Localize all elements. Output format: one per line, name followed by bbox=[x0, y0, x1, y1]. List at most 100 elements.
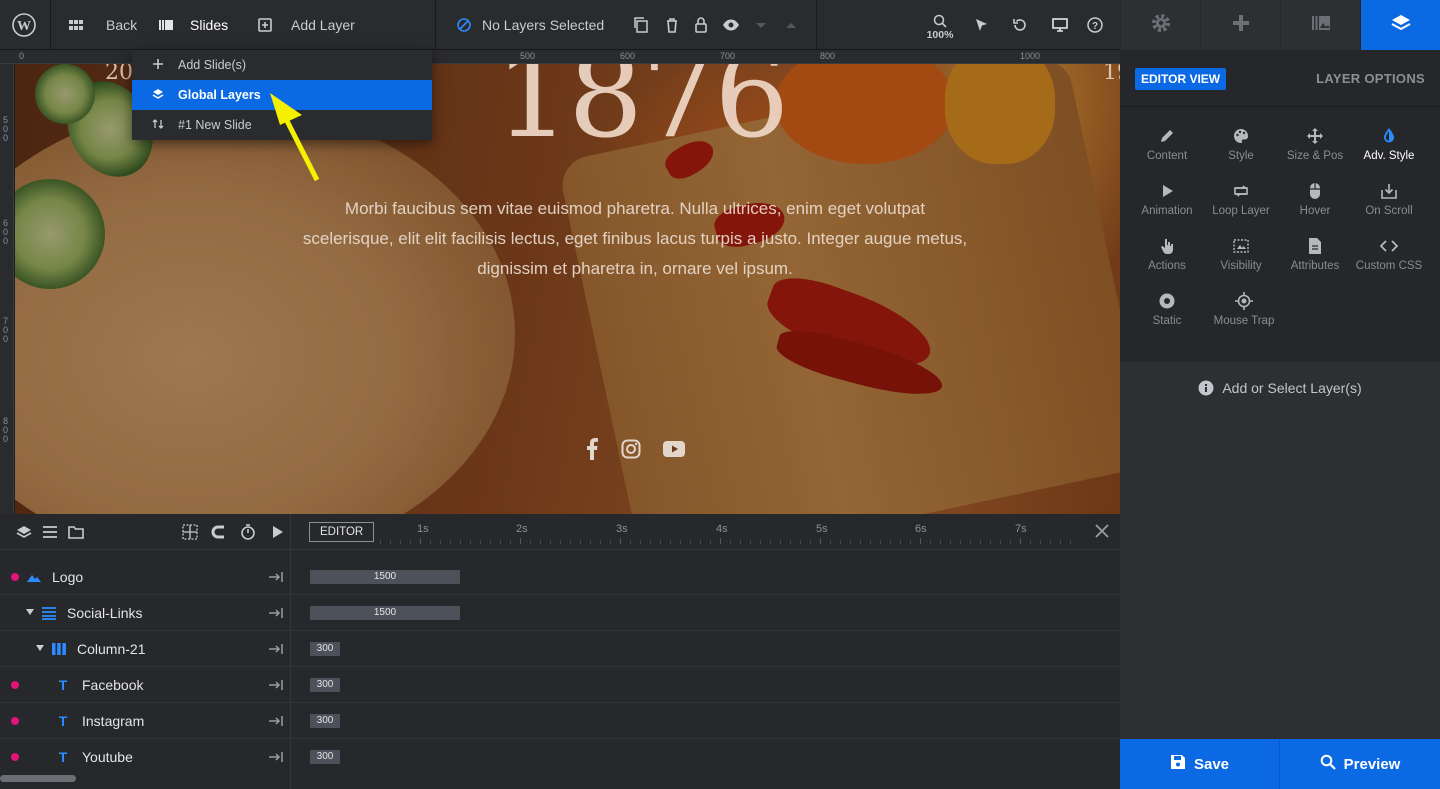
slide-corner-right: 19 bbox=[1103, 64, 1120, 85]
horizontal-scrollbar[interactable] bbox=[0, 775, 76, 782]
layer-duration-bar[interactable]: 300 bbox=[310, 678, 340, 692]
timeline-tick bbox=[770, 540, 771, 544]
timeline-tick bbox=[650, 540, 651, 544]
layer-duration-bar[interactable]: 1500 bbox=[310, 606, 460, 620]
code-icon bbox=[1379, 237, 1399, 255]
option-attributes[interactable]: Attributes bbox=[1278, 237, 1352, 287]
target-icon bbox=[1235, 292, 1253, 310]
add-layer-icon bbox=[257, 17, 273, 33]
jump-to-icon[interactable] bbox=[268, 642, 284, 656]
timeline-panel: EDITOR 1s 2s 3s 4s 5s 6s 7s Logo 1500 So… bbox=[0, 514, 1120, 789]
collapse-caret-icon[interactable] bbox=[36, 645, 44, 651]
tab-layers[interactable] bbox=[1360, 0, 1440, 50]
timeline-tick bbox=[600, 540, 601, 544]
duplicate-icon[interactable] bbox=[632, 16, 650, 34]
zoom-control[interactable]: 100% bbox=[924, 12, 956, 41]
menu-item-add-slides[interactable]: Add Slide(s) bbox=[132, 50, 432, 80]
timeline-tick bbox=[680, 540, 681, 544]
column-icon bbox=[51, 641, 67, 657]
list-icon[interactable] bbox=[42, 524, 58, 540]
grid-snap-icon[interactable] bbox=[182, 524, 198, 540]
jump-to-icon[interactable] bbox=[268, 750, 284, 764]
stopwatch-icon[interactable] bbox=[240, 524, 256, 540]
layer-row-social-links[interactable]: Social-Links 1500 bbox=[0, 595, 1120, 631]
option-hover[interactable]: Hover bbox=[1278, 182, 1352, 232]
option-actions[interactable]: Actions bbox=[1130, 237, 1204, 287]
lock-icon[interactable] bbox=[692, 16, 710, 34]
play-icon[interactable] bbox=[269, 524, 285, 540]
editor-view-button[interactable]: EDITOR VIEW bbox=[1135, 68, 1227, 90]
preview-button[interactable]: Preview bbox=[1280, 739, 1440, 789]
timeline-tick bbox=[930, 540, 931, 544]
undo-icon[interactable] bbox=[1011, 16, 1029, 34]
device-indicator-icon bbox=[1056, 41, 1064, 54]
slide-body-text[interactable]: Morbi faucibus sem vitae euismod pharetr… bbox=[300, 194, 970, 284]
visibility-icon bbox=[1232, 237, 1250, 255]
folder-icon[interactable] bbox=[68, 524, 84, 540]
static-icon bbox=[1158, 292, 1176, 310]
layer-options-top: EDITOR VIEW LAYER OPTIONS Content Style … bbox=[1120, 50, 1440, 362]
option-adv-style[interactable]: Adv. Style bbox=[1352, 127, 1426, 177]
option-size-pos[interactable]: Size & Pos bbox=[1278, 127, 1352, 177]
layer-row-instagram[interactable]: T Instagram 300 bbox=[0, 703, 1120, 739]
help-icon[interactable]: ? bbox=[1086, 16, 1104, 34]
editor-mode-badge[interactable]: EDITOR bbox=[309, 522, 375, 542]
add-layer-button[interactable]: Add Layer bbox=[257, 0, 355, 50]
option-custom-css[interactable]: Custom CSS bbox=[1352, 237, 1426, 287]
slides-button[interactable]: Slides bbox=[158, 0, 228, 50]
menu-item-global-layers[interactable]: Global Layers bbox=[132, 80, 432, 110]
layer-row-facebook[interactable]: T Facebook 300 bbox=[0, 667, 1120, 703]
slides-icon bbox=[158, 17, 174, 33]
chevron-up-icon[interactable] bbox=[782, 16, 800, 34]
tab-navigation[interactable] bbox=[1200, 0, 1280, 50]
cursor-icon[interactable] bbox=[972, 16, 990, 34]
option-on-scroll[interactable]: On Scroll bbox=[1352, 182, 1426, 232]
tab-media[interactable] bbox=[1280, 0, 1360, 50]
timeline-tick bbox=[630, 540, 631, 544]
grid-icon bbox=[68, 17, 84, 33]
layer-duration-bar[interactable]: 300 bbox=[310, 714, 340, 728]
save-button[interactable]: Save bbox=[1120, 739, 1280, 789]
tab-settings[interactable] bbox=[1120, 0, 1200, 50]
instagram-icon[interactable] bbox=[621, 439, 641, 459]
collapse-caret-icon[interactable] bbox=[26, 609, 34, 615]
option-animation[interactable]: Animation bbox=[1130, 182, 1204, 232]
selection-label: No Layers Selected bbox=[482, 17, 605, 33]
timeline-tick bbox=[870, 540, 871, 544]
layer-row-column-21[interactable]: Column-21 300 bbox=[0, 631, 1120, 667]
facebook-icon[interactable] bbox=[585, 438, 599, 460]
layer-row-youtube[interactable]: T Youtube 300 bbox=[0, 739, 1120, 775]
jump-to-icon[interactable] bbox=[268, 570, 284, 584]
desktop-icon[interactable] bbox=[1051, 16, 1069, 34]
back-button[interactable]: Back bbox=[68, 0, 137, 50]
menu-item-new-slide[interactable]: #1 New Slide bbox=[132, 110, 432, 140]
gear-icon bbox=[1150, 12, 1172, 39]
jump-to-icon[interactable] bbox=[268, 678, 284, 692]
option-content[interactable]: Content bbox=[1130, 127, 1204, 177]
option-visibility[interactable]: Visibility bbox=[1204, 237, 1278, 287]
timeline-tick bbox=[780, 540, 781, 544]
eye-icon[interactable] bbox=[722, 16, 740, 34]
timeline-tick bbox=[1000, 540, 1001, 544]
chevron-down-icon[interactable] bbox=[752, 16, 770, 34]
option-style[interactable]: Style bbox=[1204, 127, 1278, 177]
save-label: Save bbox=[1193, 755, 1230, 773]
trash-icon[interactable] bbox=[663, 16, 681, 34]
magnet-icon[interactable] bbox=[211, 524, 227, 540]
youtube-icon[interactable] bbox=[663, 441, 685, 457]
jump-to-icon[interactable] bbox=[268, 714, 284, 728]
layer-duration-bar[interactable]: 300 bbox=[310, 642, 340, 656]
wordpress-logo-icon[interactable]: W bbox=[12, 0, 36, 50]
slide-year-heading[interactable]: 1876 bbox=[495, 64, 789, 164]
timeline-tick bbox=[810, 540, 811, 544]
timeline-tick bbox=[760, 540, 761, 544]
close-icon[interactable] bbox=[1094, 523, 1110, 539]
layer-row-logo[interactable]: Logo 1500 bbox=[0, 559, 1120, 595]
option-loop-layer[interactable]: Loop Layer bbox=[1204, 182, 1278, 232]
jump-to-icon[interactable] bbox=[268, 606, 284, 620]
layer-duration-bar[interactable]: 1500 bbox=[310, 570, 460, 584]
layer-duration-bar[interactable]: 300 bbox=[310, 750, 340, 764]
option-static[interactable]: Static bbox=[1130, 292, 1204, 342]
option-mouse-trap[interactable]: Mouse Trap bbox=[1204, 292, 1284, 342]
layers-icon[interactable] bbox=[16, 524, 32, 540]
